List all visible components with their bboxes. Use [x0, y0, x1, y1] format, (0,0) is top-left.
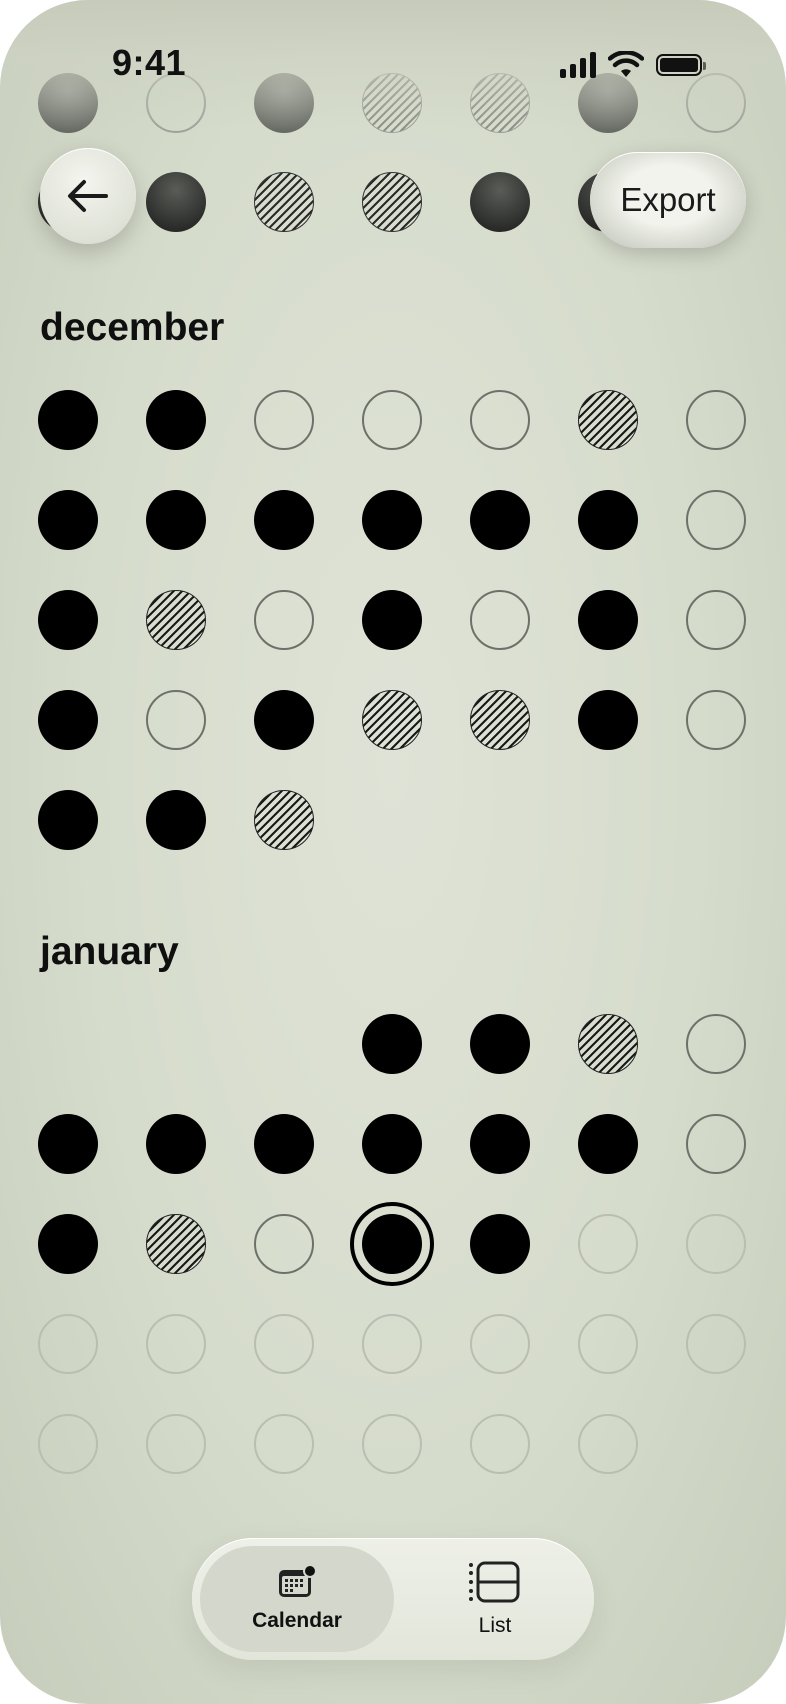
day-dot[interactable] — [38, 490, 98, 550]
day-dot[interactable] — [470, 690, 530, 750]
day-dot[interactable] — [362, 490, 422, 550]
calendar-icon — [279, 1565, 317, 1597]
day-dot[interactable] — [470, 490, 530, 550]
month-title-december: december — [40, 306, 225, 349]
day-dot[interactable] — [38, 1314, 98, 1374]
day-dot[interactable] — [686, 1014, 746, 1074]
day-dot[interactable] — [38, 390, 98, 450]
day-dot[interactable] — [362, 1114, 422, 1174]
wifi-icon — [608, 51, 644, 77]
day-dot[interactable] — [578, 690, 638, 750]
status-icons — [560, 48, 706, 82]
day-dot[interactable] — [146, 390, 206, 450]
day-dot[interactable] — [686, 590, 746, 650]
cellular-signal-icon — [560, 52, 596, 78]
day-dot[interactable] — [686, 690, 746, 750]
day-dot[interactable] — [146, 490, 206, 550]
day-dot[interactable] — [146, 1414, 206, 1474]
day-dot[interactable] — [362, 1314, 422, 1374]
tab-list[interactable]: List — [404, 1546, 586, 1652]
day-dot[interactable] — [470, 172, 530, 232]
day-dot[interactable] — [254, 690, 314, 750]
day-dot[interactable] — [686, 390, 746, 450]
month-title-january: january — [40, 930, 179, 973]
day-dot[interactable] — [362, 1014, 422, 1074]
day-dot[interactable] — [254, 790, 314, 850]
day-dot[interactable] — [254, 490, 314, 550]
export-button[interactable]: Export — [590, 152, 746, 248]
day-dot[interactable] — [38, 590, 98, 650]
day-dot[interactable] — [470, 1314, 530, 1374]
day-dot[interactable] — [254, 1414, 314, 1474]
day-dot[interactable] — [146, 790, 206, 850]
day-dot[interactable] — [254, 1214, 314, 1274]
day-dot[interactable] — [470, 1114, 530, 1174]
day-dot[interactable] — [578, 490, 638, 550]
day-dot[interactable] — [686, 490, 746, 550]
list-icon — [469, 1561, 520, 1603]
day-dot[interactable] — [578, 1314, 638, 1374]
day-dot[interactable] — [470, 1014, 530, 1074]
app-screen: 9:41 Export december january Calendar Li… — [0, 0, 786, 1704]
status-time: 9:41 — [112, 42, 187, 83]
day-dot[interactable] — [362, 690, 422, 750]
day-dot[interactable] — [146, 690, 206, 750]
day-dot[interactable] — [362, 390, 422, 450]
day-dot[interactable] — [38, 1114, 98, 1174]
day-dot[interactable] — [470, 1214, 530, 1274]
day-dot-today[interactable] — [362, 1214, 422, 1274]
day-dot[interactable] — [470, 390, 530, 450]
arrow-left-icon — [68, 180, 108, 212]
day-dot[interactable] — [578, 1214, 638, 1274]
day-dot[interactable] — [578, 390, 638, 450]
day-dot[interactable] — [578, 1414, 638, 1474]
day-dot[interactable] — [254, 590, 314, 650]
day-dot[interactable] — [146, 1314, 206, 1374]
tab-bar: Calendar List — [192, 1538, 594, 1660]
day-dot[interactable] — [146, 1214, 206, 1274]
day-dot[interactable] — [38, 1214, 98, 1274]
day-dot[interactable] — [362, 1414, 422, 1474]
day-dot[interactable] — [578, 1014, 638, 1074]
day-dot[interactable] — [38, 690, 98, 750]
day-dot[interactable] — [578, 590, 638, 650]
day-dot[interactable] — [686, 1214, 746, 1274]
day-dot[interactable] — [38, 1414, 98, 1474]
day-dot[interactable] — [362, 172, 422, 232]
day-dot[interactable] — [578, 1114, 638, 1174]
tab-calendar[interactable]: Calendar — [200, 1546, 394, 1652]
day-dot[interactable] — [38, 790, 98, 850]
day-dot[interactable] — [686, 1114, 746, 1174]
day-dot[interactable] — [254, 390, 314, 450]
day-dot[interactable] — [362, 590, 422, 650]
battery-icon — [656, 54, 706, 76]
day-dot[interactable] — [146, 590, 206, 650]
day-dot[interactable] — [470, 1414, 530, 1474]
tab-list-label: List — [478, 1614, 512, 1637]
day-dot[interactable] — [686, 1314, 746, 1374]
day-dot[interactable] — [254, 172, 314, 232]
day-dot[interactable] — [146, 1114, 206, 1174]
day-dot[interactable] — [254, 1314, 314, 1374]
day-dot[interactable] — [254, 1114, 314, 1174]
tab-calendar-label: Calendar — [252, 1609, 342, 1632]
day-dot[interactable] — [146, 172, 206, 232]
back-button[interactable] — [40, 148, 136, 244]
day-dot[interactable] — [470, 590, 530, 650]
